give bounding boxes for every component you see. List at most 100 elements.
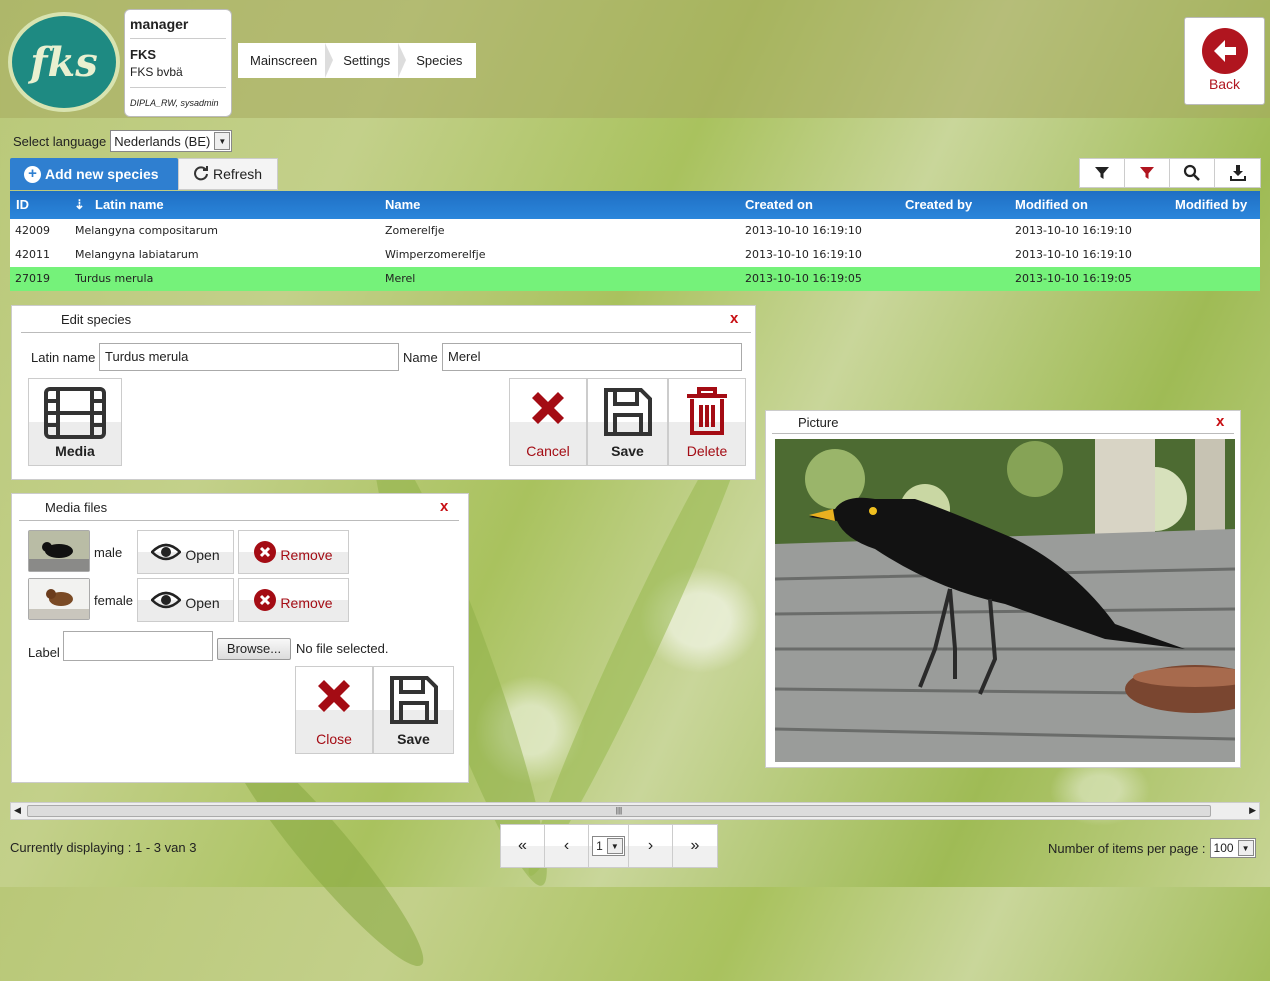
fks-logo: fks <box>8 12 120 112</box>
name-input[interactable]: Merel <box>442 343 742 371</box>
filter-button[interactable] <box>1080 159 1125 187</box>
cell-created-on: 2013-10-10 16:19:05 <box>745 272 862 285</box>
save-button[interactable]: Save <box>373 666 454 754</box>
latin-name-input[interactable]: Turdus merula <box>99 343 399 371</box>
cell-latin-name: Turdus merula <box>75 272 154 285</box>
media-files-title: Media files <box>45 500 108 515</box>
close-icon[interactable]: x <box>1216 413 1224 430</box>
breadcrumb-mainscreen[interactable]: Mainscreen <box>238 43 334 78</box>
edit-species-title: Edit species <box>61 312 132 327</box>
remove-label: Remove <box>280 595 333 611</box>
back-button[interactable]: Back <box>1184 17 1265 105</box>
open-label: Open <box>185 547 220 563</box>
remove-button[interactable]: Remove <box>238 578 349 622</box>
chevron-down-icon: ▼ <box>1237 840 1254 856</box>
media-thumbnail-female[interactable] <box>28 578 90 620</box>
logo-text: fks <box>30 38 98 86</box>
prev-page-button[interactable]: ‹ <box>545 825 589 867</box>
grid-header: ID ⇣ Latin name Name Created on Created … <box>10 191 1260 219</box>
cell-latin-name: Melangyna compositarum <box>75 224 218 237</box>
cell-modified-on: 2013-10-10 16:19:10 <box>1015 248 1132 261</box>
pagination: « ‹ 1 ▼ › » <box>500 824 718 868</box>
edit-species-panel: Edit species x Latin name Turdus merula … <box>11 305 756 480</box>
page-select-cell: 1 ▼ <box>589 825 629 867</box>
table-row-selected[interactable]: 27019 Turdus merula Merel 2013-10-10 16:… <box>10 267 1260 291</box>
language-select[interactable]: Nederlands (BE) ▼ <box>110 130 233 152</box>
save-icon <box>389 676 438 724</box>
label-field-label: Label <box>28 645 60 660</box>
breadcrumb-species[interactable]: Species <box>404 43 476 78</box>
x-icon <box>532 392 564 424</box>
cell-latin-name: Melangyna labiatarum <box>75 248 199 261</box>
refresh-button[interactable]: Refresh <box>178 158 278 190</box>
table-row[interactable]: 42011 Melangyna labiatarum Wimperzomerel… <box>10 243 1260 267</box>
items-per-page-select[interactable]: 100 ▼ <box>1209 838 1256 858</box>
last-page-button[interactable]: » <box>673 825 717 867</box>
col-created-by[interactable]: Created by <box>905 191 972 219</box>
company-code: FKS <box>130 47 156 62</box>
browse-button[interactable]: Browse... <box>217 638 291 660</box>
scroll-left-icon[interactable]: ◀ <box>14 805 21 816</box>
scrollbar-thumb[interactable]: ||| <box>27 805 1211 817</box>
breadcrumb-settings[interactable]: Settings <box>331 43 407 78</box>
remove-icon <box>254 541 277 563</box>
open-label: Open <box>185 595 220 611</box>
label-input[interactable] <box>63 631 213 661</box>
media-label-male: male <box>94 545 123 560</box>
search-button[interactable] <box>1170 159 1215 187</box>
user-name: manager <box>130 16 226 39</box>
search-icon <box>1183 164 1200 181</box>
media-thumbnail-male[interactable] <box>28 530 90 572</box>
page-select[interactable]: 1 ▼ <box>592 836 625 856</box>
prev-page-icon: ‹ <box>563 837 570 854</box>
close-button[interactable]: Close <box>295 666 373 754</box>
remove-icon <box>254 589 277 611</box>
no-file-text: No file selected. <box>296 641 389 656</box>
col-modified-by[interactable]: Modified by <box>1175 191 1260 219</box>
open-button[interactable]: Open <box>137 530 234 574</box>
remove-label: Remove <box>280 547 333 563</box>
cell-name: Merel <box>385 272 416 285</box>
filter-clear-icon <box>1140 167 1154 179</box>
next-page-icon: › <box>647 837 654 854</box>
items-per-page-label: Number of items per page : <box>1048 840 1206 856</box>
download-button[interactable] <box>1215 159 1260 187</box>
table-row[interactable]: 42009 Melangyna compositarum Zomerelfje … <box>10 219 1260 243</box>
col-latin-name[interactable]: Latin name <box>95 191 164 219</box>
cancel-button[interactable]: Cancel <box>509 378 587 466</box>
open-button[interactable]: Open <box>137 578 234 622</box>
col-name[interactable]: Name <box>385 191 420 219</box>
user-card: manager FKS FKS bvbä DIPLA_RW, sysadmin <box>124 9 232 117</box>
back-arrow-icon <box>1201 28 1248 74</box>
col-created-on[interactable]: Created on <box>745 191 813 219</box>
save-icon <box>603 388 652 436</box>
grid-toolbar <box>1079 158 1261 188</box>
close-icon[interactable]: x <box>730 310 738 327</box>
col-id[interactable]: ID <box>16 191 29 219</box>
refresh-label: Refresh <box>213 166 263 182</box>
eye-icon <box>151 543 182 561</box>
cancel-label: Cancel <box>526 443 570 459</box>
clear-filter-button[interactable] <box>1125 159 1170 187</box>
media-files-panel: Media files x male Open Remove female Op… <box>11 493 469 783</box>
remove-button[interactable]: Remove <box>238 530 349 574</box>
language-label: Select language <box>13 133 107 149</box>
scroll-right-icon[interactable]: ▶ <box>1249 805 1256 816</box>
save-button[interactable]: Save <box>587 378 668 466</box>
delete-button[interactable]: Delete <box>668 378 746 466</box>
x-icon <box>318 680 350 712</box>
user-roles: DIPLA_RW, sysadmin <box>130 98 219 108</box>
media-button[interactable]: Media <box>28 378 122 466</box>
close-icon[interactable]: x <box>440 498 448 515</box>
horizontal-scrollbar[interactable]: ◀ ||| ▶ <box>10 802 1260 820</box>
eye-icon <box>151 591 182 609</box>
first-page-button[interactable]: « <box>501 825 545 867</box>
media-label-female: female <box>94 593 134 608</box>
col-modified-on[interactable]: Modified on <box>1015 191 1088 219</box>
filter-icon <box>1095 167 1109 179</box>
add-species-button[interactable]: + Add new species <box>10 158 178 190</box>
next-page-button[interactable]: › <box>629 825 673 867</box>
cell-created-on: 2013-10-10 16:19:10 <box>745 224 862 237</box>
language-value: Nederlands (BE) <box>114 133 211 149</box>
plus-icon: + <box>24 165 41 183</box>
